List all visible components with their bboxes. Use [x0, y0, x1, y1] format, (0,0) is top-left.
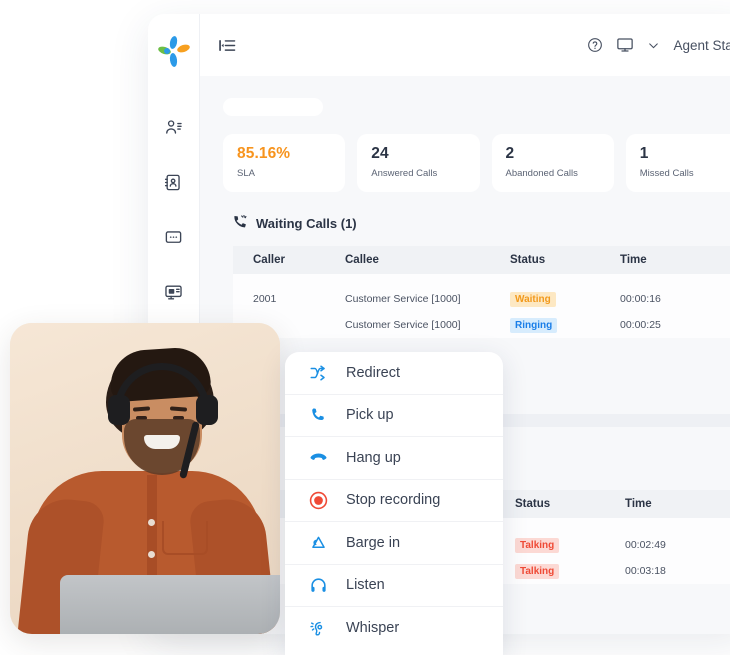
- stat-card[interactable]: 1 Missed Calls: [625, 134, 730, 192]
- status-badge: Talking: [515, 563, 560, 579]
- chevron-down-icon[interactable]: [647, 39, 660, 52]
- sidebar-item-address-book[interactable]: [159, 169, 189, 195]
- menu-item-label: Listen: [346, 577, 385, 594]
- phone-waiting-icon: [233, 214, 248, 232]
- agent-status-label[interactable]: Agent Statu: [673, 38, 730, 53]
- menu-item-label: Hang up: [346, 449, 401, 466]
- column-header-callee: Callee: [345, 254, 379, 266]
- monitor-icon[interactable]: [616, 36, 634, 54]
- stat-card[interactable]: 2 Abandoned Calls: [491, 134, 614, 192]
- stat-label: Missed Calls: [639, 168, 694, 179]
- headphones-icon: [307, 576, 329, 595]
- table-row[interactable]: 2001 Customer Service [1000] Waiting 00:…: [233, 286, 730, 312]
- cell-time: 00:00:16: [620, 293, 661, 305]
- stat-value: 1: [639, 145, 649, 162]
- stat-value: 2: [505, 145, 515, 162]
- cell-time: 00:00:25: [620, 319, 661, 331]
- screenshot-root: Agent Statu 85.16% SLA 24 Answered Calls…: [0, 0, 730, 655]
- column-header-time: Time: [620, 254, 647, 266]
- menu-item-pick-up[interactable]: Pick up: [285, 395, 503, 437]
- breadcrumb-placeholder: [223, 98, 323, 116]
- cell-status: Ringing: [510, 317, 620, 333]
- column-header-caller: Caller: [253, 254, 285, 266]
- cell-time: 00:02:49: [625, 539, 666, 551]
- column-header-time: Time: [625, 498, 652, 510]
- menu-item-label: Stop recording: [346, 492, 441, 509]
- waiting-calls-table: Caller Callee Status Time 2001 Customer …: [233, 246, 730, 338]
- cell-time: 00:03:18: [625, 565, 666, 577]
- menu-item-barge-in[interactable]: Barge in: [285, 522, 503, 565]
- column-header-status: Status: [515, 498, 551, 510]
- shuffle-icon: [307, 364, 329, 382]
- sidebar-item-desk-monitor[interactable]: [159, 279, 189, 305]
- sidebar-collapse-icon[interactable]: [214, 32, 240, 58]
- topbar: Agent Statu: [200, 14, 730, 76]
- menu-item-redirect[interactable]: Redirect: [285, 352, 503, 395]
- pinwheel-logo: [156, 35, 191, 70]
- sidebar-item-contacts[interactable]: [159, 114, 189, 140]
- status-badge: Talking: [515, 537, 560, 553]
- cell-callee: Customer Service [1000]: [345, 319, 461, 331]
- stat-label: Answered Calls: [371, 168, 438, 179]
- section-heading-text: Waiting Calls (1): [256, 215, 357, 231]
- stat-card[interactable]: 24 Answered Calls: [357, 134, 480, 192]
- record-stop-icon: [307, 491, 329, 510]
- cell-status: Talking: [515, 537, 625, 553]
- agent-photo: [10, 323, 280, 634]
- topbar-actions: Agent Statu: [587, 36, 730, 54]
- menu-item-label: Redirect: [346, 364, 400, 381]
- cell-status: Talking: [515, 563, 625, 579]
- menu-item-whisper[interactable]: Whisper: [285, 607, 503, 650]
- phone-hangup-icon: [307, 448, 329, 467]
- cell-status: Waiting: [510, 291, 620, 307]
- stat-label: Abandoned Calls: [505, 168, 578, 179]
- cell-caller: 2001: [253, 293, 277, 305]
- stat-value: 24: [371, 145, 389, 162]
- stat-card[interactable]: 85.16% SLA: [223, 134, 346, 192]
- waiting-calls-title: Waiting Calls (1): [233, 214, 730, 232]
- cell-callee: Customer Service [1000]: [345, 293, 461, 305]
- menu-item-label: Whisper: [346, 620, 400, 637]
- status-badge: Ringing: [510, 317, 558, 333]
- menu-item-stop-recording[interactable]: Stop recording: [285, 480, 503, 522]
- stat-label: SLA: [237, 168, 255, 179]
- menu-item-listen[interactable]: Listen: [285, 565, 503, 607]
- phone-icon: [307, 406, 329, 424]
- sidebar-item-chat[interactable]: [159, 224, 189, 250]
- menu-item-hang-up[interactable]: Hang up: [285, 437, 503, 480]
- column-header-status: Status: [510, 254, 546, 266]
- status-badge: Waiting: [510, 291, 556, 307]
- whisper-ear-icon: [307, 619, 329, 638]
- table-header-row: Caller Callee Status Time: [233, 246, 730, 274]
- barge-in-icon: [307, 533, 329, 552]
- call-actions-context-menu: Redirect Pick up Hang up Stop recording …: [285, 352, 503, 655]
- menu-item-label: Pick up: [346, 407, 394, 424]
- stats-cards: 85.16% SLA 24 Answered Calls 2 Abandoned…: [223, 134, 730, 192]
- stat-value: 85.16%: [237, 145, 291, 162]
- table-row[interactable]: Customer Service [1000] Ringing 00:00:25: [233, 312, 730, 338]
- menu-item-label: Barge in: [346, 534, 401, 551]
- help-circle-icon[interactable]: [587, 37, 603, 53]
